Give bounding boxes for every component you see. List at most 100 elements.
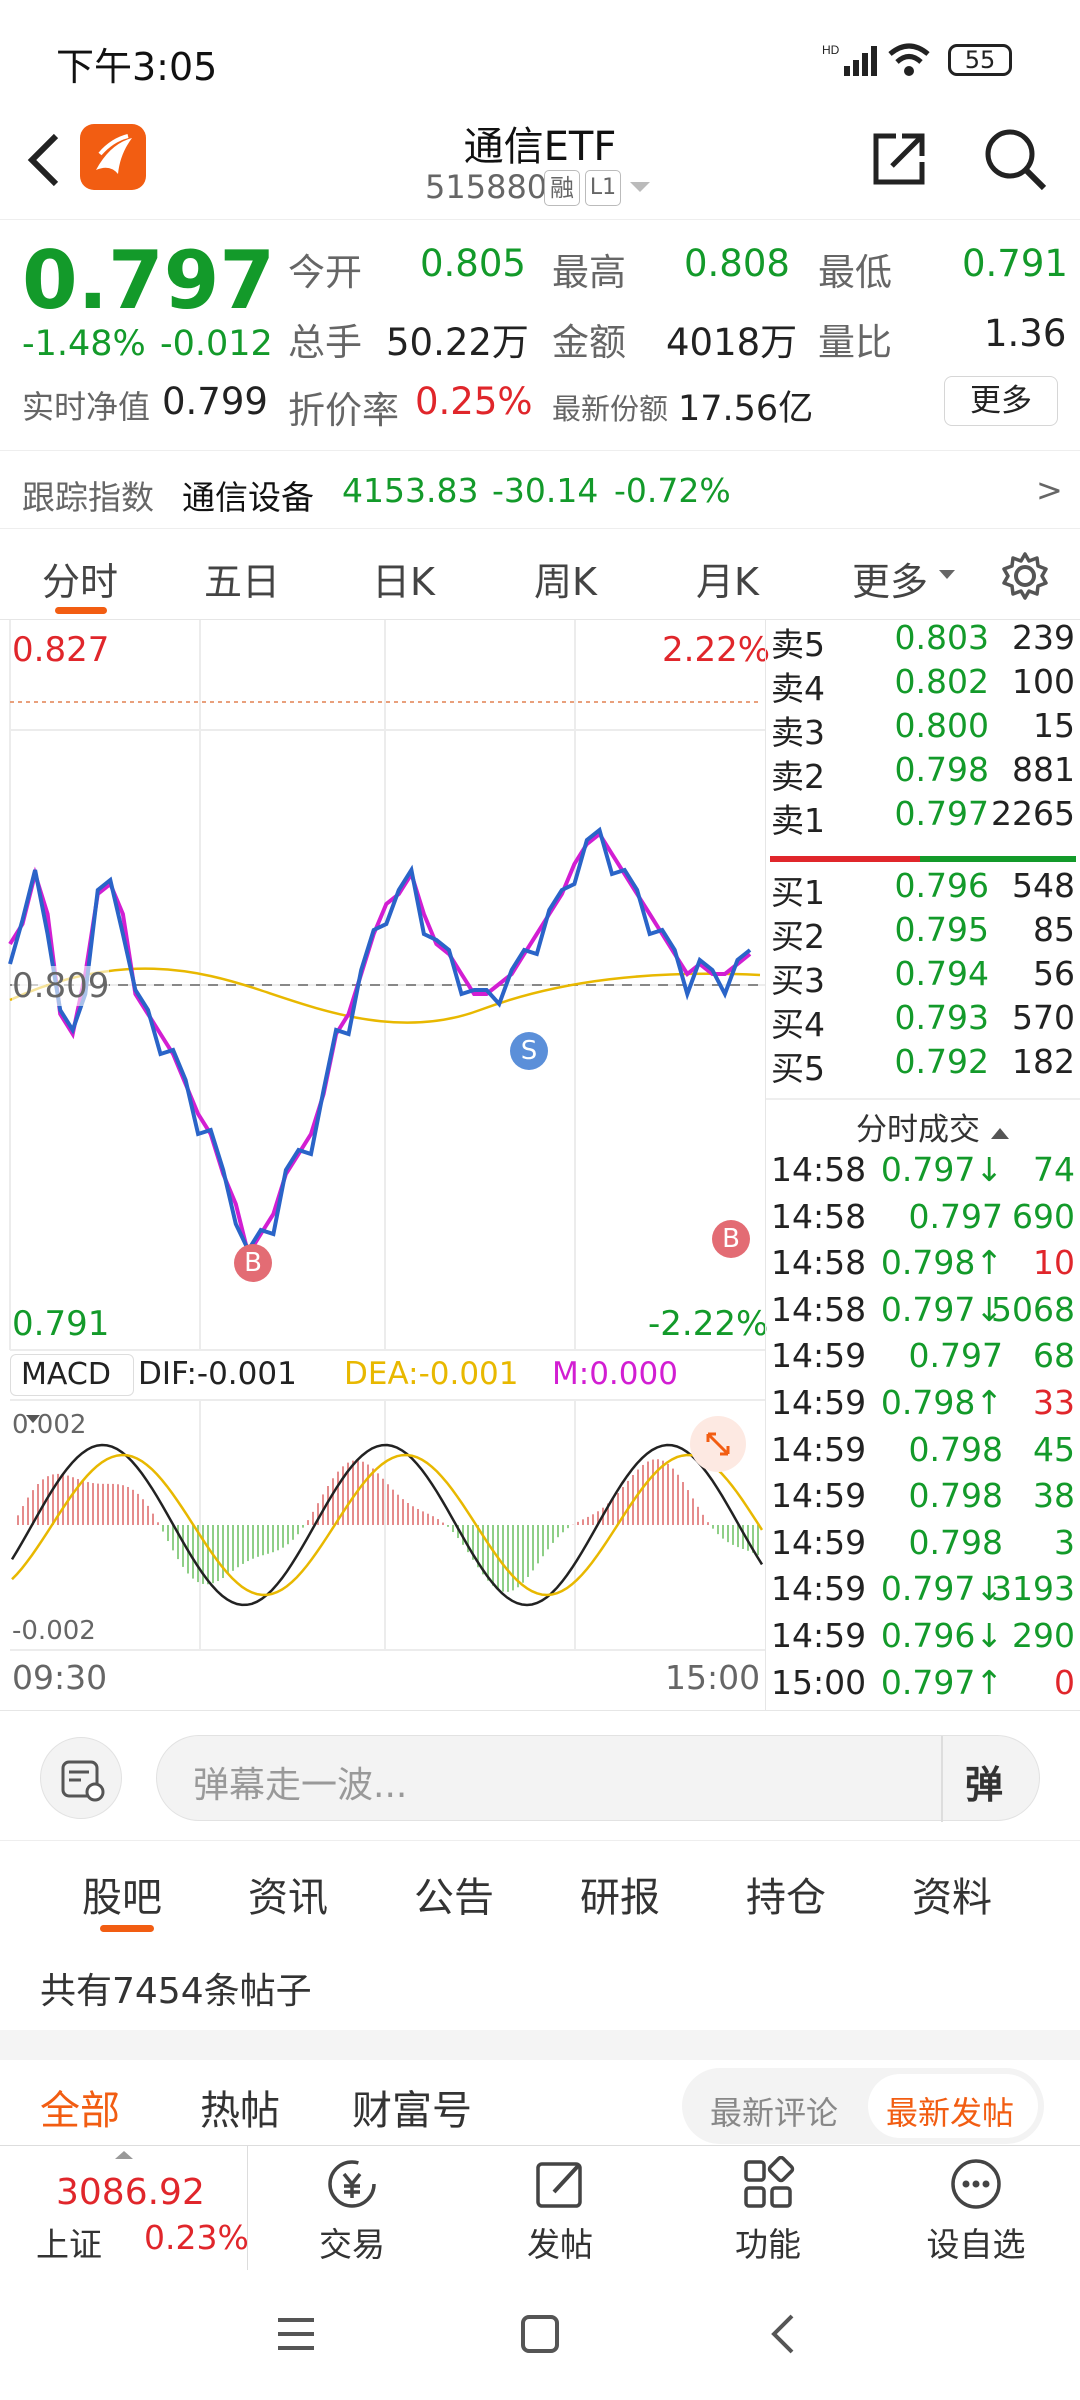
macd-bar: [137, 1493, 139, 1525]
more-icon: [951, 2159, 1001, 2209]
macd-bar: [627, 1480, 629, 1525]
high-value: 0.808: [684, 242, 790, 285]
tick-row[interactable]: 14:59 0.797 68: [771, 1336, 1076, 1380]
bid-row[interactable]: 买2 0.795 85: [771, 910, 1076, 956]
trade-button[interactable]: 交易: [252, 2146, 452, 2271]
tick-row[interactable]: 14:59 0.798 38: [771, 1476, 1076, 1520]
macd-bar: [62, 1474, 64, 1525]
tick-row[interactable]: 14:59 0.798 45: [771, 1430, 1076, 1474]
macd-bar: [452, 1525, 454, 1533]
danmu-input[interactable]: 弹幕走一波... 弹: [156, 1735, 1040, 1822]
ask-row[interactable]: 卖5 0.803 239: [771, 618, 1076, 664]
macd-bar: [247, 1525, 249, 1562]
filter-hot[interactable]: 热帖: [200, 2078, 280, 2136]
bid-row-volume: 570: [1012, 998, 1075, 1037]
signal-icon: HD: [822, 43, 877, 76]
community-tabs: 股吧 资讯 公告 研报 持仓 资料: [0, 1840, 1080, 1940]
time-end-label: 15:00: [665, 1658, 761, 1697]
high-label: 最高: [552, 251, 626, 294]
shares-value: 17.56亿: [678, 389, 814, 429]
macd-bar: [87, 1482, 89, 1525]
bid-row[interactable]: 买5 0.792 182: [771, 1042, 1076, 1088]
function-button[interactable]: 功能: [668, 2146, 868, 2271]
macd-bar: [97, 1483, 99, 1525]
buy-marker[interactable]: B: [234, 1244, 272, 1282]
tab-intraday[interactable]: 分时: [42, 551, 118, 606]
tab-five-day[interactable]: 五日: [204, 551, 280, 606]
post-button[interactable]: 发帖: [460, 2146, 660, 2271]
danmu-settings-icon[interactable]: [40, 1737, 122, 1819]
danmu-bar: 弹幕走一波... 弹: [0, 1710, 1080, 1840]
macd-bar: [412, 1506, 414, 1525]
macd-bar: [142, 1499, 144, 1525]
tick-row[interactable]: 14:58 0.797↓ 74: [771, 1150, 1076, 1194]
tab-holdings[interactable]: 持仓: [746, 1865, 826, 1923]
macd-bar: [757, 1525, 759, 1556]
intraday-chart[interactable]: 0.827 2.22% 0.809 0.791 -2.22% S B B MAC…: [0, 620, 770, 1710]
ticks-title[interactable]: 分时成交: [856, 1104, 1010, 1149]
menu-icon[interactable]: [274, 2314, 318, 2354]
tick-row[interactable]: 15:00 0.797↑ 0: [771, 1663, 1076, 1707]
tab-research[interactable]: 研报: [580, 1865, 660, 1923]
filter-wealth[interactable]: 财富号: [352, 2078, 472, 2136]
tick-row[interactable]: 14:58 0.797↓ 5068: [771, 1290, 1076, 1334]
home-icon[interactable]: [518, 2312, 562, 2356]
sort-latest-comment[interactable]: 最新评论: [710, 2088, 838, 2134]
add-watchlist-button[interactable]: 设自选: [876, 2146, 1076, 2271]
sell-marker[interactable]: S: [510, 1032, 548, 1070]
tracking-index-row[interactable]: 跟踪指数 通信设备 4153.83 -30.14 -0.72% >: [0, 450, 1080, 530]
index-pct: 0.23%: [144, 2218, 249, 2257]
macd-bar: [17, 1515, 19, 1525]
macd-bar: [112, 1483, 114, 1525]
ask-row-volume: 239: [1012, 618, 1075, 657]
search-icon[interactable]: [982, 126, 1048, 192]
tick-row[interactable]: 14:58 0.797 690: [771, 1197, 1076, 1241]
share-icon[interactable]: [870, 128, 930, 188]
macd-bar: [582, 1519, 584, 1525]
back-icon[interactable]: [24, 130, 64, 190]
chart-tabs: 分时 五日 日K 周K 月K 更多: [0, 528, 1080, 620]
level-badge: L1: [585, 170, 621, 206]
tab-weekly-k[interactable]: 周K: [534, 551, 597, 606]
macd-bar: [512, 1525, 514, 1591]
macd-bar: [397, 1494, 399, 1525]
index-ticker[interactable]: 3086.92 上证 0.23%: [0, 2146, 249, 2271]
back-icon[interactable]: [768, 2312, 798, 2356]
tick-row[interactable]: 14:59 0.797↓ 3193: [771, 1569, 1076, 1613]
danmu-toggle-button[interactable]: 弹: [965, 1754, 1003, 1809]
ask-row[interactable]: 卖4 0.802 100: [771, 662, 1076, 708]
buy-marker[interactable]: B: [712, 1220, 750, 1258]
bid-row[interactable]: 买3 0.794 56: [771, 954, 1076, 1000]
macd-bar: [262, 1525, 264, 1556]
ask-row[interactable]: 卖1 0.797 2265: [771, 794, 1076, 840]
tab-monthly-k[interactable]: 月K: [696, 551, 759, 606]
ask-row[interactable]: 卖2 0.798 881: [771, 750, 1076, 796]
trade-label: 交易: [319, 2225, 385, 2264]
more-button[interactable]: 更多: [944, 376, 1058, 426]
tab-more[interactable]: 更多: [852, 551, 928, 606]
macd-bar: [402, 1499, 404, 1525]
macd-bar: [392, 1489, 394, 1525]
indicator-select[interactable]: MACD: [10, 1354, 134, 1423]
tick-row[interactable]: 14:59 0.798 3: [771, 1523, 1076, 1567]
bid-row[interactable]: 买4 0.793 570: [771, 998, 1076, 1044]
tab-guba[interactable]: 股吧: [82, 1865, 162, 1923]
macd-bar: [302, 1525, 304, 1528]
tab-daily-k[interactable]: 日K: [372, 551, 435, 606]
macd-bar: [122, 1485, 124, 1525]
macd-bar: [587, 1516, 589, 1525]
tab-profile[interactable]: 资料: [912, 1865, 992, 1923]
tick-row[interactable]: 14:59 0.798↑ 33: [771, 1383, 1076, 1427]
settings-icon[interactable]: [1000, 551, 1050, 601]
tick-row[interactable]: 14:59 0.796↓ 290: [771, 1616, 1076, 1660]
tick-row[interactable]: 14:58 0.798↑ 10: [771, 1243, 1076, 1287]
expand-icon[interactable]: [690, 1416, 746, 1472]
dropdown-icon[interactable]: [628, 180, 652, 196]
ask-row[interactable]: 卖3 0.800 15: [771, 706, 1076, 752]
sort-latest-post[interactable]: 最新发帖: [886, 2088, 1014, 2134]
tab-news[interactable]: 资讯: [248, 1865, 328, 1923]
tracking-name: 通信设备: [182, 478, 314, 517]
filter-all[interactable]: 全部: [40, 2078, 120, 2136]
tab-announcement[interactable]: 公告: [414, 1865, 494, 1923]
bid-row[interactable]: 买1 0.796 548: [771, 866, 1076, 912]
